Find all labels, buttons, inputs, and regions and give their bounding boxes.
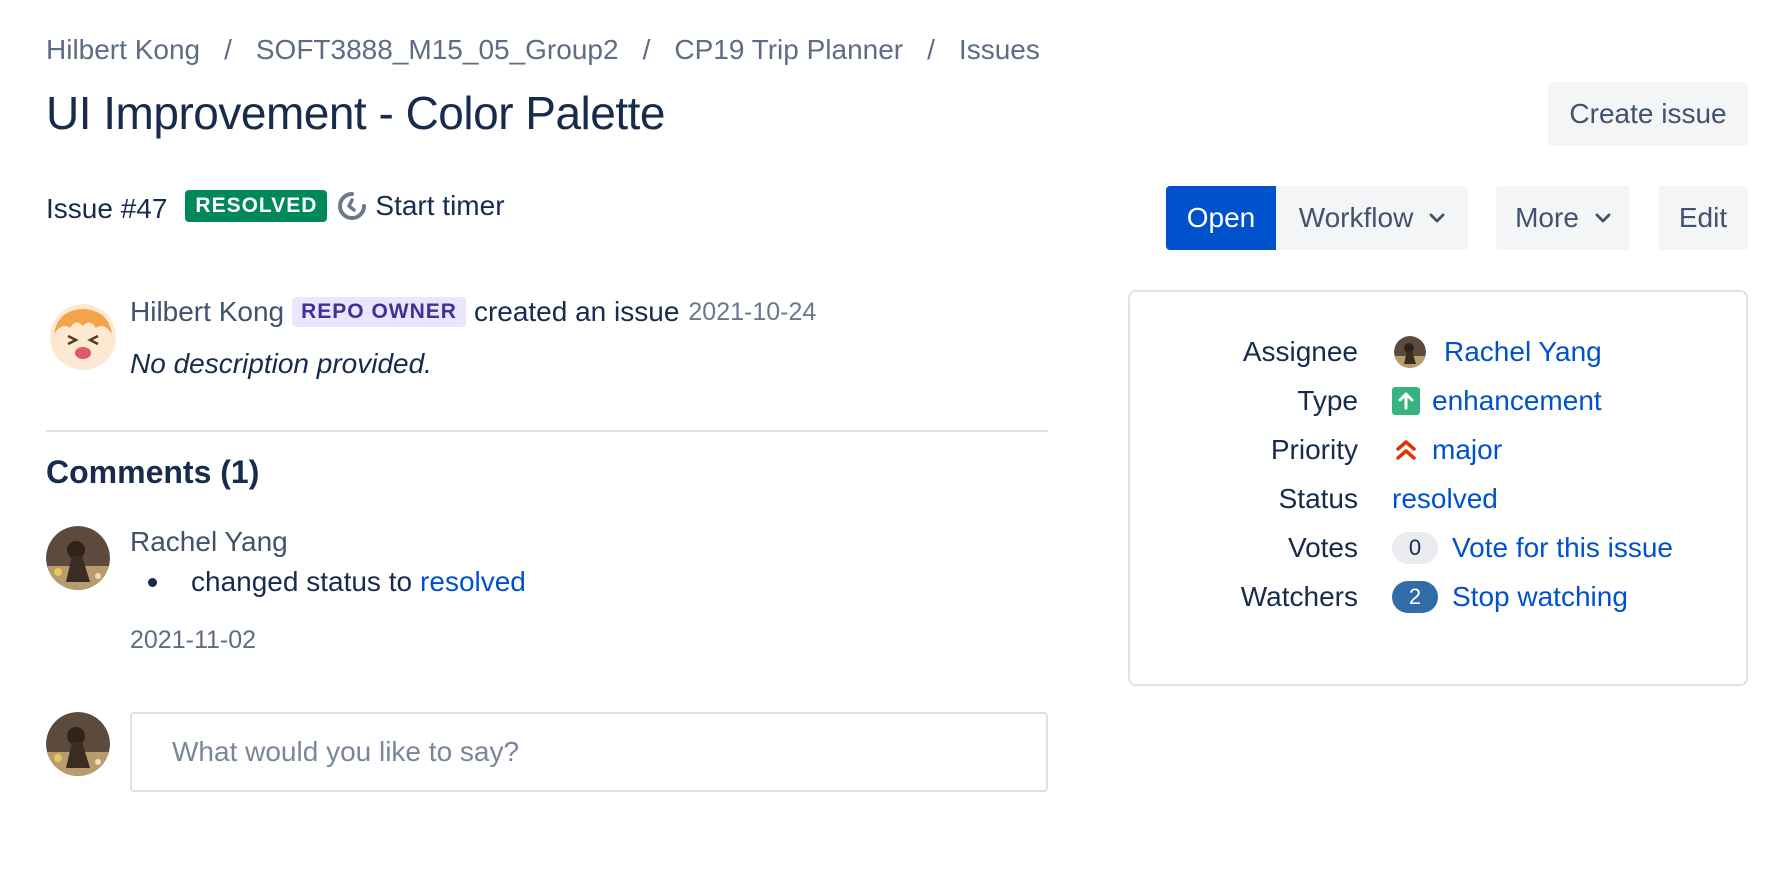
votes-label: Votes xyxy=(1287,532,1358,563)
assignee-value: Rachel Yang xyxy=(1392,336,1602,368)
breadcrumb-item-repository[interactable]: CP19 Trip Planner xyxy=(674,34,903,66)
avatar[interactable] xyxy=(50,304,116,370)
assignee-row: Assignee Rachel Yang xyxy=(1130,332,1746,372)
avatar[interactable] xyxy=(46,526,110,590)
type-link[interactable]: enhancement xyxy=(1432,385,1602,417)
avatar xyxy=(46,712,110,776)
breadcrumb-item-owner[interactable]: Hilbert Kong xyxy=(46,34,200,66)
issue-number: Issue #47 xyxy=(46,193,168,224)
double-chevron-up-icon xyxy=(1392,436,1420,464)
votes-count-badge: 0 xyxy=(1392,532,1438,564)
watchers-value: 2 Stop watching xyxy=(1392,581,1628,613)
status-label: Status xyxy=(1278,483,1358,514)
priority-value: major xyxy=(1392,434,1502,466)
breadcrumb-separator: / xyxy=(927,34,935,65)
stop-watching-link[interactable]: Stop watching xyxy=(1452,581,1628,613)
status-link[interactable]: resolved xyxy=(420,566,526,598)
avatar xyxy=(1394,336,1426,368)
arrow-up-icon xyxy=(1392,387,1420,415)
author-name[interactable]: Hilbert Kong xyxy=(130,296,284,328)
type-row: Type enhancement xyxy=(1130,381,1746,421)
breadcrumb-separator: / xyxy=(224,34,232,65)
comment-author[interactable]: Rachel Yang xyxy=(130,526,288,558)
list-item: changed status to resolved xyxy=(148,566,526,598)
assignee-label: Assignee xyxy=(1242,336,1358,367)
workflow-dropdown[interactable]: Workflow xyxy=(1276,186,1468,250)
breadcrumb-item-issues[interactable]: Issues xyxy=(959,34,1040,66)
comment-input[interactable] xyxy=(130,712,1048,792)
more-dropdown[interactable]: More xyxy=(1496,186,1630,250)
watchers-label: Watchers xyxy=(1240,581,1358,612)
breadcrumb-separator: / xyxy=(642,34,651,65)
comments-heading: Comments (1) xyxy=(46,454,260,490)
change-text: changed status to xyxy=(191,566,413,597)
page-title: UI Improvement - Color Palette xyxy=(46,87,666,139)
issue-meta: Issue #47 RESOLVED Start timer xyxy=(46,186,505,226)
edit-button[interactable]: Edit xyxy=(1658,186,1748,250)
priority-row: Priority major xyxy=(1130,430,1746,470)
start-timer-label: Start timer xyxy=(375,190,505,221)
watchers-row: Watchers 2 Stop watching xyxy=(1130,577,1746,617)
priority-link[interactable]: major xyxy=(1432,434,1502,466)
repo-owner-badge: REPO OWNER xyxy=(292,297,466,327)
issue-description: No description provided. xyxy=(130,348,432,379)
created-date[interactable]: 2021-10-24 xyxy=(688,298,816,327)
timer-icon xyxy=(338,192,367,220)
votes-row: Votes 0 Vote for this issue xyxy=(1130,528,1746,568)
divider xyxy=(46,430,1048,432)
chevron-down-icon xyxy=(1429,213,1445,223)
votes-value: 0 Vote for this issue xyxy=(1392,532,1673,564)
status-value: resolved xyxy=(1392,483,1498,515)
priority-label: Priority xyxy=(1270,434,1358,465)
breadcrumb-item-workspace[interactable]: SOFT3888_M15_05_Group2 xyxy=(256,34,619,66)
start-timer-button[interactable]: Start timer xyxy=(337,190,505,222)
creator-line: Hilbert Kong REPO OWNER created an issue… xyxy=(130,296,816,328)
status-link[interactable]: resolved xyxy=(1392,483,1498,515)
chevron-down-icon xyxy=(1595,213,1611,223)
more-label: More xyxy=(1515,202,1579,233)
bullet xyxy=(148,577,157,587)
created-action-text: created an issue xyxy=(473,296,680,327)
open-button[interactable]: Open xyxy=(1166,186,1276,250)
status-badge: RESOLVED xyxy=(185,190,328,222)
breadcrumb: Hilbert Kong / SOFT3888_M15_05_Group2 / … xyxy=(46,34,1040,66)
type-label: Type xyxy=(1297,385,1358,416)
comment-date[interactable]: 2021-11-02 xyxy=(130,626,256,655)
create-issue-button[interactable]: Create issue xyxy=(1548,82,1748,146)
type-value: enhancement xyxy=(1392,385,1602,417)
assignee-link[interactable]: Rachel Yang xyxy=(1444,336,1602,368)
vote-link[interactable]: Vote for this issue xyxy=(1452,532,1673,564)
status-row: Status resolved xyxy=(1130,479,1746,519)
workflow-label: Workflow xyxy=(1298,202,1414,233)
issue-details-panel: Assignee Rachel Yang Type enhancement Pr… xyxy=(1128,290,1748,686)
watchers-count-badge: 2 xyxy=(1392,581,1438,613)
